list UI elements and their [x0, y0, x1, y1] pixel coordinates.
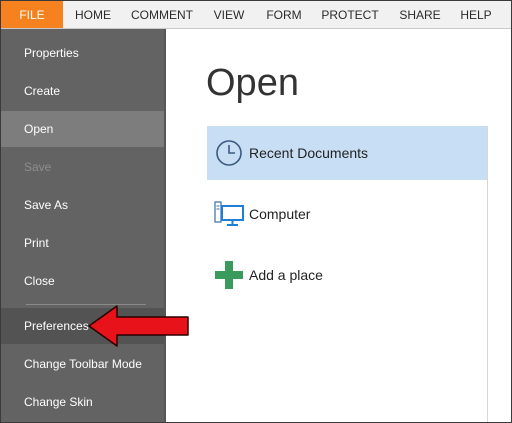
place-add-a-place[interactable]: Add a place: [207, 248, 487, 302]
ribbon-tab-bar: FILE HOME COMMENT VIEW FORM PROTECT SHAR…: [1, 1, 511, 29]
tab-protect[interactable]: PROTECT: [315, 1, 385, 28]
clock-icon: [216, 140, 242, 166]
place-label: Add a place: [249, 267, 323, 283]
sidebar-item-create[interactable]: Create: [1, 73, 164, 109]
sidebar-item-save-as[interactable]: Save As: [1, 187, 164, 223]
computer-icon: [214, 201, 244, 226]
tab-comment[interactable]: COMMENT: [125, 1, 199, 28]
tab-share[interactable]: SHARE: [392, 1, 448, 28]
file-backstage-window: FILE HOME COMMENT VIEW FORM PROTECT SHAR…: [0, 0, 512, 423]
sidebar-item-open[interactable]: Open: [1, 111, 164, 147]
place-label: Recent Documents: [249, 145, 369, 161]
red-arrow-icon: [88, 305, 189, 347]
tab-help[interactable]: HELP: [454, 1, 498, 28]
place-computer[interactable]: Computer: [207, 187, 487, 241]
sidebar-item-change-skin[interactable]: Change Skin: [1, 384, 164, 420]
tab-home[interactable]: HOME: [68, 1, 118, 28]
sidebar-item-close[interactable]: Close: [1, 263, 164, 299]
sidebar-edge: [164, 29, 166, 422]
tab-form[interactable]: FORM: [260, 1, 308, 28]
place-label: Computer: [249, 206, 311, 222]
page-title: Open: [206, 62, 299, 104]
backstage-sidebar: Properties Create Open Save Save As Prin…: [1, 29, 164, 422]
main-divider: [487, 126, 488, 422]
plus-icon: [215, 261, 243, 289]
sidebar-item-properties[interactable]: Properties: [1, 35, 164, 71]
sidebar-item-save[interactable]: Save: [1, 149, 164, 185]
tab-view[interactable]: VIEW: [206, 1, 252, 28]
place-recent-documents[interactable]: Recent Documents: [207, 126, 487, 180]
sidebar-item-change-toolbar-mode[interactable]: Change Toolbar Mode: [1, 346, 164, 382]
tab-file[interactable]: FILE: [1, 1, 63, 28]
sidebar-item-print[interactable]: Print: [1, 225, 164, 261]
